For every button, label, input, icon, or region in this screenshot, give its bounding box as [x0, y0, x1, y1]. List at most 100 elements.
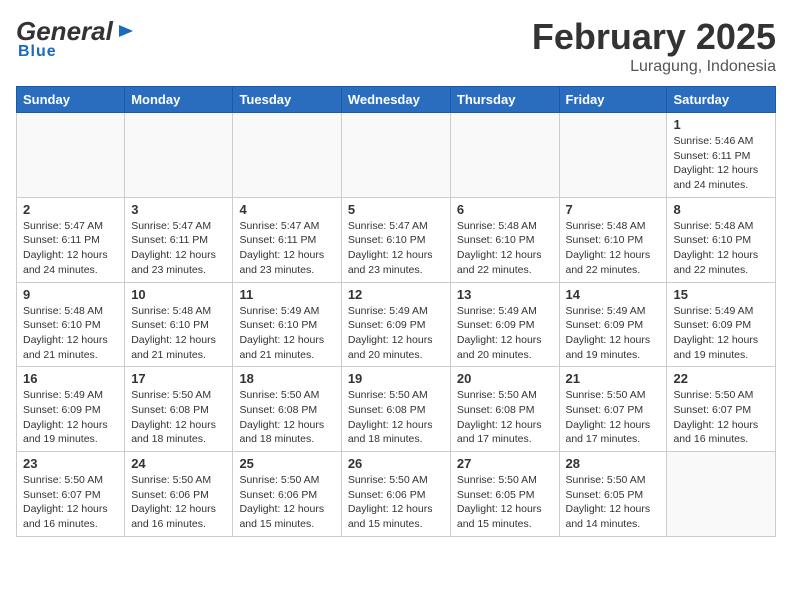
- col-header-sunday: Sunday: [17, 87, 125, 113]
- day-info: Sunrise: 5:49 AM Sunset: 6:09 PM Dayligh…: [673, 304, 769, 363]
- day-number: 24: [131, 456, 226, 471]
- day-info: Sunrise: 5:48 AM Sunset: 6:10 PM Dayligh…: [566, 219, 661, 278]
- day-number: 4: [239, 202, 334, 217]
- day-info: Sunrise: 5:50 AM Sunset: 6:05 PM Dayligh…: [566, 473, 661, 532]
- calendar-cell: 20 Sunrise: 5:50 AM Sunset: 6:08 PM Dayli…: [450, 367, 559, 452]
- day-number: 15: [673, 287, 769, 302]
- col-header-monday: Monday: [125, 87, 233, 113]
- day-number: 16: [23, 371, 118, 386]
- day-number: 22: [673, 371, 769, 386]
- day-number: 25: [239, 456, 334, 471]
- day-info: Sunrise: 5:49 AM Sunset: 6:09 PM Dayligh…: [566, 304, 661, 363]
- calendar-cell: 28 Sunrise: 5:50 AM Sunset: 6:05 PM Dayli…: [559, 452, 667, 537]
- col-header-saturday: Saturday: [667, 87, 776, 113]
- day-number: 8: [673, 202, 769, 217]
- location: Luragung, Indonesia: [532, 58, 776, 76]
- day-info: Sunrise: 5:50 AM Sunset: 6:08 PM Dayligh…: [239, 388, 334, 447]
- day-info: Sunrise: 5:48 AM Sunset: 6:10 PM Dayligh…: [457, 219, 553, 278]
- day-number: 18: [239, 371, 334, 386]
- calendar-table: SundayMondayTuesdayWednesdayThursdayFrid…: [16, 86, 776, 537]
- day-number: 13: [457, 287, 553, 302]
- calendar-cell: 8 Sunrise: 5:48 AM Sunset: 6:10 PM Daylig…: [667, 197, 776, 282]
- day-number: 11: [239, 287, 334, 302]
- calendar-cell: 2 Sunrise: 5:47 AM Sunset: 6:11 PM Daylig…: [17, 197, 125, 282]
- calendar-cell: [667, 452, 776, 537]
- day-number: 28: [566, 456, 661, 471]
- day-number: 5: [348, 202, 444, 217]
- calendar-cell: 22 Sunrise: 5:50 AM Sunset: 6:07 PM Dayli…: [667, 367, 776, 452]
- calendar-cell: 12Sunrise: 5:49 AM Sunset: 6:09 PM Dayli…: [341, 282, 450, 367]
- day-info: Sunrise: 5:50 AM Sunset: 6:08 PM Dayligh…: [457, 388, 553, 447]
- calendar-header-row: SundayMondayTuesdayWednesdayThursdayFrid…: [17, 87, 776, 113]
- calendar-cell: [450, 113, 559, 198]
- calendar-cell: 15 Sunrise: 5:49 AM Sunset: 6:09 PM Dayli…: [667, 282, 776, 367]
- day-info: Sunrise: 5:49 AM Sunset: 6:09 PM Dayligh…: [23, 388, 118, 447]
- day-info: Sunrise: 5:50 AM Sunset: 6:07 PM Dayligh…: [673, 388, 769, 447]
- calendar-cell: 18 Sunrise: 5:50 AM Sunset: 6:08 PM Dayli…: [233, 367, 341, 452]
- calendar-cell: [341, 113, 450, 198]
- day-number: 14: [566, 287, 661, 302]
- calendar-cell: [125, 113, 233, 198]
- day-info: Sunrise: 5:47 AM Sunset: 6:11 PM Dayligh…: [239, 219, 334, 278]
- logo-icon: [115, 21, 135, 41]
- day-info: Sunrise: 5:50 AM Sunset: 6:08 PM Dayligh…: [131, 388, 226, 447]
- day-number: 17: [131, 371, 226, 386]
- day-info: Sunrise: 5:49 AM Sunset: 6:09 PM Dayligh…: [348, 304, 444, 363]
- calendar-week-row: 1Sunrise: 5:46 AM Sunset: 6:11 PM Daylig…: [17, 113, 776, 198]
- day-info: Sunrise: 5:50 AM Sunset: 6:07 PM Dayligh…: [566, 388, 661, 447]
- logo-blue-text: Blue: [16, 43, 57, 61]
- day-number: 3: [131, 202, 226, 217]
- day-info: Sunrise: 5:50 AM Sunset: 6:06 PM Dayligh…: [348, 473, 444, 532]
- day-info: Sunrise: 5:50 AM Sunset: 6:07 PM Dayligh…: [23, 473, 118, 532]
- calendar-cell: 16 Sunrise: 5:49 AM Sunset: 6:09 PM Dayli…: [17, 367, 125, 452]
- day-info: Sunrise: 5:48 AM Sunset: 6:10 PM Dayligh…: [673, 219, 769, 278]
- calendar-cell: 24 Sunrise: 5:50 AM Sunset: 6:06 PM Dayli…: [125, 452, 233, 537]
- col-header-tuesday: Tuesday: [233, 87, 341, 113]
- day-number: 27: [457, 456, 553, 471]
- day-number: 20: [457, 371, 553, 386]
- calendar-cell: 7 Sunrise: 5:48 AM Sunset: 6:10 PM Daylig…: [559, 197, 667, 282]
- col-header-wednesday: Wednesday: [341, 87, 450, 113]
- calendar-cell: 25Sunrise: 5:50 AM Sunset: 6:06 PM Dayli…: [233, 452, 341, 537]
- logo: General Blue: [16, 16, 135, 61]
- calendar-cell: 23 Sunrise: 5:50 AM Sunset: 6:07 PM Dayli…: [17, 452, 125, 537]
- day-number: 23: [23, 456, 118, 471]
- calendar-cell: [17, 113, 125, 198]
- day-info: Sunrise: 5:46 AM Sunset: 6:11 PM Dayligh…: [673, 134, 769, 193]
- day-number: 2: [23, 202, 118, 217]
- calendar-cell: 4 Sunrise: 5:47 AM Sunset: 6:11 PM Daylig…: [233, 197, 341, 282]
- calendar-cell: 6 Sunrise: 5:48 AM Sunset: 6:10 PM Daylig…: [450, 197, 559, 282]
- calendar-week-row: 9Sunrise: 5:48 AM Sunset: 6:10 PM Daylig…: [17, 282, 776, 367]
- day-info: Sunrise: 5:47 AM Sunset: 6:11 PM Dayligh…: [131, 219, 226, 278]
- calendar-cell: 1Sunrise: 5:46 AM Sunset: 6:11 PM Daylig…: [667, 113, 776, 198]
- day-info: Sunrise: 5:50 AM Sunset: 6:06 PM Dayligh…: [131, 473, 226, 532]
- page-header: General Blue February 2025 Luragung, Ind…: [16, 16, 776, 76]
- calendar-cell: 13 Sunrise: 5:49 AM Sunset: 6:09 PM Dayli…: [450, 282, 559, 367]
- col-header-thursday: Thursday: [450, 87, 559, 113]
- calendar-cell: 19 Sunrise: 5:50 AM Sunset: 6:08 PM Dayli…: [341, 367, 450, 452]
- col-header-friday: Friday: [559, 87, 667, 113]
- day-info: Sunrise: 5:49 AM Sunset: 6:09 PM Dayligh…: [457, 304, 553, 363]
- day-info: Sunrise: 5:47 AM Sunset: 6:11 PM Dayligh…: [23, 219, 118, 278]
- calendar-cell: 14 Sunrise: 5:49 AM Sunset: 6:09 PM Dayli…: [559, 282, 667, 367]
- calendar-cell: 3 Sunrise: 5:47 AM Sunset: 6:11 PM Daylig…: [125, 197, 233, 282]
- day-info: Sunrise: 5:47 AM Sunset: 6:10 PM Dayligh…: [348, 219, 444, 278]
- day-number: 10: [131, 287, 226, 302]
- calendar-week-row: 16 Sunrise: 5:49 AM Sunset: 6:09 PM Dayli…: [17, 367, 776, 452]
- calendar-cell: 9Sunrise: 5:48 AM Sunset: 6:10 PM Daylig…: [17, 282, 125, 367]
- calendar-cell: [559, 113, 667, 198]
- day-info: Sunrise: 5:49 AM Sunset: 6:10 PM Dayligh…: [239, 304, 334, 363]
- day-number: 7: [566, 202, 661, 217]
- day-number: 26: [348, 456, 444, 471]
- title-block: February 2025 Luragung, Indonesia: [532, 16, 776, 76]
- day-number: 19: [348, 371, 444, 386]
- calendar-cell: 17 Sunrise: 5:50 AM Sunset: 6:08 PM Dayli…: [125, 367, 233, 452]
- calendar-cell: 5 Sunrise: 5:47 AM Sunset: 6:10 PM Daylig…: [341, 197, 450, 282]
- month-title: February 2025: [532, 16, 776, 58]
- calendar-cell: 27Sunrise: 5:50 AM Sunset: 6:05 PM Dayli…: [450, 452, 559, 537]
- day-info: Sunrise: 5:48 AM Sunset: 6:10 PM Dayligh…: [23, 304, 118, 363]
- calendar-cell: [233, 113, 341, 198]
- calendar-cell: 26 Sunrise: 5:50 AM Sunset: 6:06 PM Dayli…: [341, 452, 450, 537]
- day-number: 6: [457, 202, 553, 217]
- day-info: Sunrise: 5:50 AM Sunset: 6:08 PM Dayligh…: [348, 388, 444, 447]
